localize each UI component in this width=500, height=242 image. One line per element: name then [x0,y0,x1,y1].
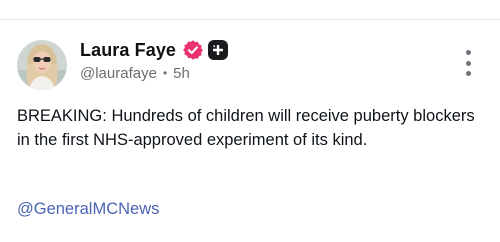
plus-badge-icon [208,40,229,60]
post-timestamp[interactable]: 5h [173,65,190,82]
avatar-photo [17,40,67,90]
top-divider [0,19,500,20]
meta-separator: • [162,66,168,80]
author-meta-row: @laurafaye • 5h [80,63,190,83]
author-name-row: Laura Faye [80,38,229,62]
kebab-dot [465,50,471,55]
mention-link[interactable]: @GeneralMCNews [17,197,159,221]
author-handle[interactable]: @laurafaye [80,65,157,82]
more-vertical-icon[interactable] [458,50,478,76]
kebab-dot [465,60,471,66]
author-display-name[interactable]: Laura Faye [80,40,176,61]
kebab-dot [465,71,471,76]
verified-badge-icon [182,39,204,61]
post-body-text: BREAKING: Hundreds of children will rece… [17,107,475,149]
avatar[interactable] [17,40,67,90]
